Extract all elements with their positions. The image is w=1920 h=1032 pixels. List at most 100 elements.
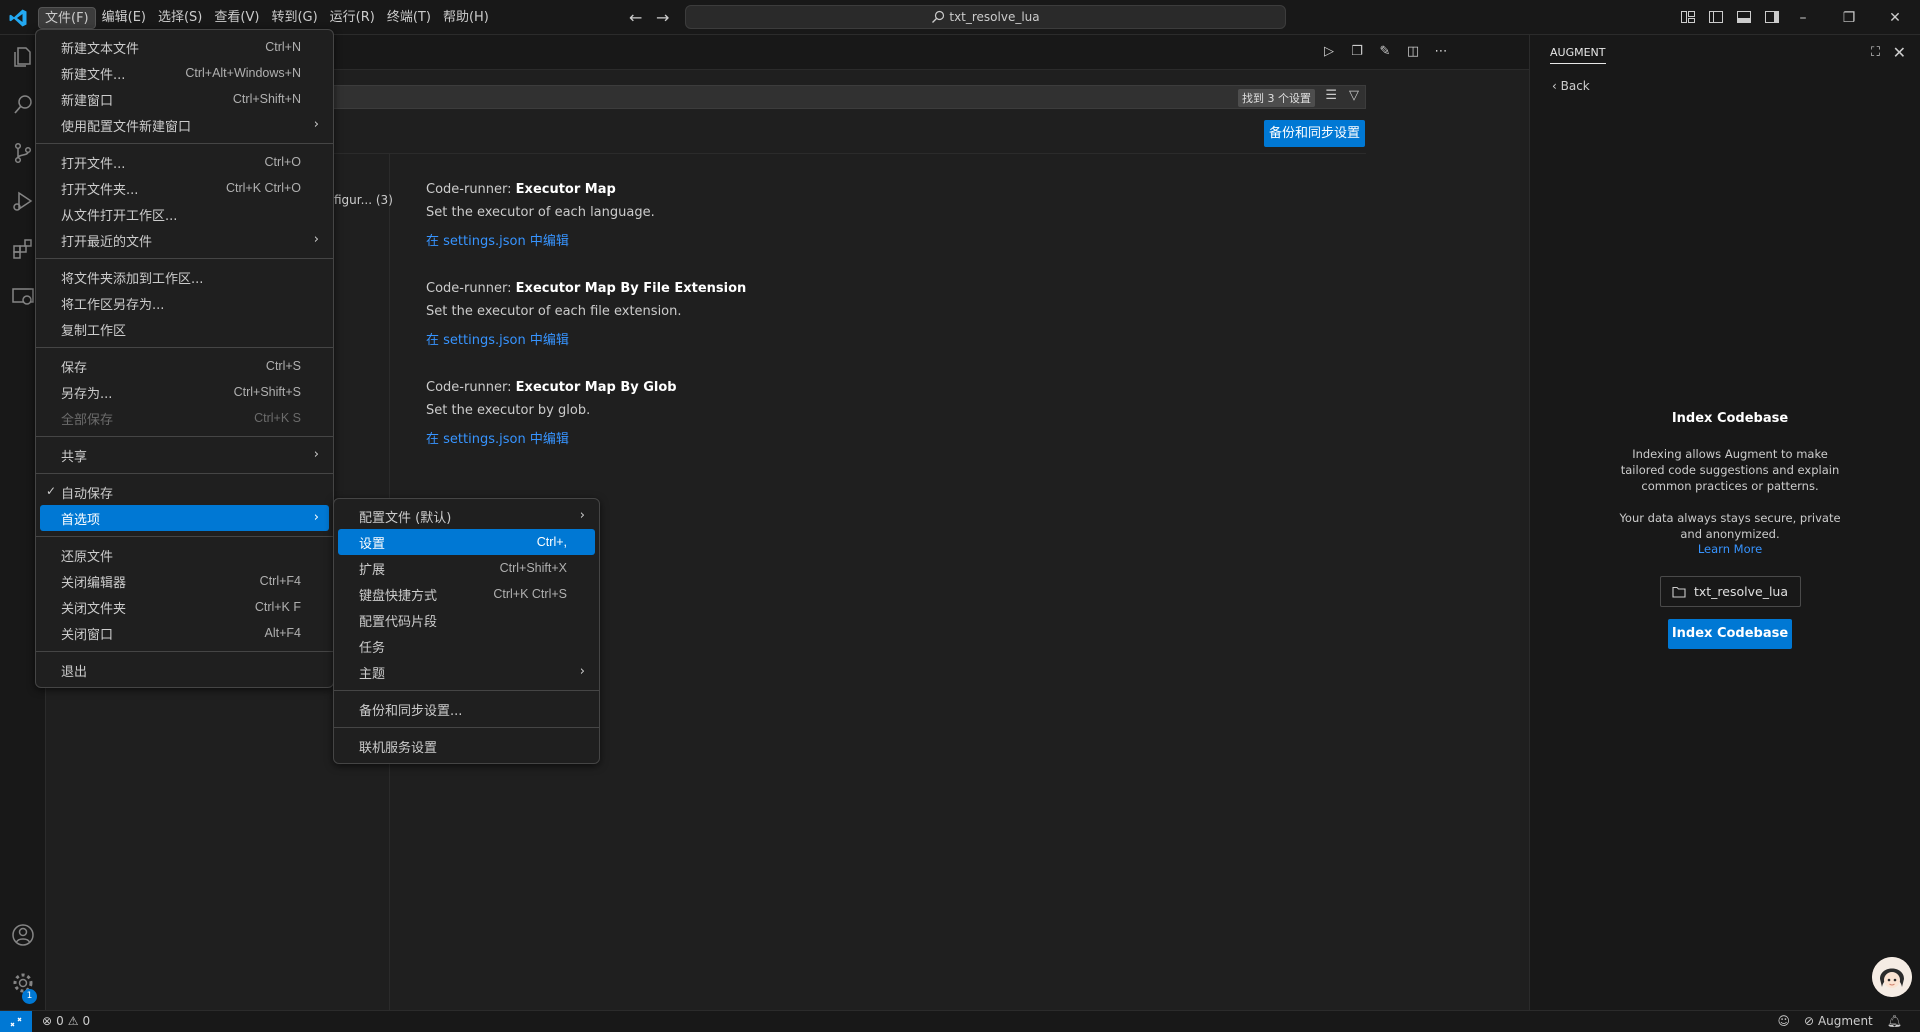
setting-description: Set the executor by glob. bbox=[426, 403, 591, 418]
menu-item-new-text-file[interactable]: 新建文本文件 Ctrl+N bbox=[40, 34, 329, 60]
source-control-icon[interactable] bbox=[11, 141, 35, 165]
toggle-secondary-sidebar-icon[interactable] bbox=[1764, 9, 1780, 25]
setting-name: Executor Map By Glob bbox=[515, 380, 677, 395]
restore-icon[interactable]: ❐ bbox=[1826, 0, 1872, 35]
index-codebase-button[interactable]: Index Codebase bbox=[1668, 619, 1792, 649]
toggle-panel-icon[interactable] bbox=[1736, 9, 1752, 25]
menu-selection[interactable]: 选择(S) bbox=[152, 7, 208, 29]
menu-run[interactable]: 运行(R) bbox=[324, 7, 381, 29]
menu-edit[interactable]: 编辑(E) bbox=[96, 7, 152, 29]
setting-name: Executor Map bbox=[515, 182, 616, 197]
customize-layout-icon[interactable] bbox=[1680, 9, 1696, 25]
toc-item[interactable]: figur... (3) bbox=[334, 193, 393, 207]
accounts-icon[interactable] bbox=[11, 923, 35, 947]
menu-item-backup-sync[interactable]: 备份和同步设置... bbox=[338, 696, 595, 722]
menu-go[interactable]: 转到(G) bbox=[265, 7, 323, 29]
menu-item-share[interactable]: 共享 › bbox=[40, 442, 329, 468]
chevron-right-icon: › bbox=[313, 447, 319, 462]
menu-item-tasks[interactable]: 任务 bbox=[338, 633, 595, 659]
menu-item-exit[interactable]: 退出 bbox=[40, 657, 329, 683]
run-debug-icon[interactable] bbox=[11, 189, 35, 213]
augment-status[interactable]: ⊘ Augment bbox=[1804, 1014, 1873, 1028]
menu-item-configure-snippets[interactable]: 配置代码片段 bbox=[338, 607, 595, 633]
edit-in-settings-json-link[interactable]: 在 settings.json 中编辑 bbox=[426, 428, 677, 447]
menu-item-save[interactable]: 保存 Ctrl+S bbox=[40, 353, 329, 379]
menu-item-new-window[interactable]: 新建窗口 Ctrl+Shift+N bbox=[40, 86, 329, 112]
menu-item-add-folder-to-workspace[interactable]: 将文件夹添加到工作区... bbox=[40, 264, 329, 290]
menu-help[interactable]: 帮助(H) bbox=[437, 7, 495, 29]
status-bar: ⊗ 0 ⚠ 0 ☺ ⊘ Augment 🔔︎ bbox=[0, 1010, 1920, 1032]
menu-item-themes[interactable]: 主题 › bbox=[338, 659, 595, 685]
backup-sync-button[interactable]: 备份和同步设置 bbox=[1264, 120, 1365, 147]
run-code-icon[interactable]: ▷ bbox=[1321, 44, 1337, 60]
menu-separator bbox=[36, 651, 333, 652]
assistant-avatar[interactable] bbox=[1872, 957, 1912, 997]
setting-prefix: Code-runner: bbox=[426, 380, 516, 395]
menu-item-keyboard-shortcuts[interactable]: 键盘快捷方式 Ctrl+K Ctrl+S bbox=[338, 581, 595, 607]
extensions-icon[interactable] bbox=[11, 237, 35, 261]
augment-tab[interactable]: AUGMENT bbox=[1550, 46, 1606, 64]
warning-count: 0 bbox=[82, 1014, 91, 1028]
back-label: Back bbox=[1560, 79, 1590, 93]
back-link[interactable]: ‹ Back bbox=[1552, 79, 1590, 93]
command-center-search[interactable]: txt_resolve_lua bbox=[685, 5, 1286, 29]
menu-item-extensions[interactable]: 扩展 Ctrl+Shift+X bbox=[338, 555, 595, 581]
chevron-right-icon: › bbox=[313, 117, 319, 132]
menu-item-auto-save[interactable]: ✓ 自动保存 bbox=[40, 479, 329, 505]
back-arrow-icon[interactable]: ← bbox=[629, 8, 642, 27]
menu-item-close-editor[interactable]: 关闭编辑器 Ctrl+F4 bbox=[40, 568, 329, 594]
menu-item-open-workspace-from-file[interactable]: 从文件打开工作区... bbox=[40, 201, 329, 227]
chevron-right-icon: › bbox=[313, 510, 319, 525]
menu-item-close-folder[interactable]: 关闭文件夹 Ctrl+K F bbox=[40, 594, 329, 620]
menu-item-duplicate-workspace[interactable]: 复制工作区 bbox=[40, 316, 329, 342]
menu-item-save-workspace-as[interactable]: 将工作区另存为... bbox=[40, 290, 329, 316]
remote-indicator[interactable] bbox=[0, 1011, 32, 1032]
menu-item-online-services[interactable]: 联机服务设置 bbox=[338, 733, 595, 759]
edit-icon[interactable]: ✎ bbox=[1377, 44, 1393, 60]
menu-item-open-folder[interactable]: 打开文件夹... Ctrl+K Ctrl+O bbox=[40, 175, 329, 201]
filter-icon[interactable]: ▽ bbox=[1349, 88, 1359, 103]
menu-item-profile-default[interactable]: 配置文件 (默认) › bbox=[338, 503, 595, 529]
augment-status-label: Augment bbox=[1817, 1014, 1873, 1028]
setting-name: Executor Map By File Extension bbox=[515, 281, 747, 296]
minimize-icon[interactable]: – bbox=[1780, 0, 1826, 35]
menu-item-preferences[interactable]: 首选项 › bbox=[40, 505, 329, 531]
menu-item-settings[interactable]: 设置 Ctrl+, bbox=[338, 529, 595, 555]
edit-in-settings-json-link[interactable]: 在 settings.json 中编辑 bbox=[426, 329, 746, 348]
command-center-text: txt_resolve_lua bbox=[949, 10, 1040, 24]
menu-item-revert-file[interactable]: 还原文件 bbox=[40, 542, 329, 568]
menu-separator bbox=[334, 690, 599, 691]
explorer-icon[interactable] bbox=[11, 45, 35, 69]
close-window-icon[interactable]: ✕ bbox=[1872, 0, 1918, 35]
workspace-folder-label: txt_resolve_lua bbox=[1693, 584, 1789, 599]
close-panel-icon[interactable]: ✕ bbox=[1893, 43, 1906, 62]
menu-item-open-file[interactable]: 打开文件... Ctrl+O bbox=[40, 149, 329, 175]
split-editor-icon[interactable]: ◫ bbox=[1405, 44, 1421, 60]
open-settings-json-icon[interactable]: ❐ bbox=[1349, 44, 1365, 60]
menu-item-open-recent[interactable]: 打开最近的文件 › bbox=[40, 227, 329, 253]
search-icon[interactable] bbox=[11, 93, 35, 117]
menu-view[interactable]: 查看(V) bbox=[208, 7, 265, 29]
menu-file[interactable]: 文件(F) bbox=[38, 7, 96, 29]
problems-indicator[interactable]: ⊗ 0 ⚠ 0 bbox=[42, 1014, 90, 1028]
remote-explorer-icon[interactable] bbox=[11, 285, 35, 309]
menu-item-save-all[interactable]: 全部保存 Ctrl+K S bbox=[40, 405, 329, 431]
search-icon bbox=[932, 10, 945, 23]
forward-arrow-icon[interactable]: → bbox=[656, 8, 669, 27]
more-actions-icon[interactable]: ⋯ bbox=[1433, 44, 1449, 60]
maximize-panel-icon[interactable]: ⛶ bbox=[1871, 45, 1880, 60]
learn-more-link[interactable]: Learn More bbox=[1610, 542, 1850, 556]
menu-terminal[interactable]: 终端(T) bbox=[381, 7, 437, 29]
toggle-primary-sidebar-icon[interactable] bbox=[1708, 9, 1724, 25]
clear-filter-icon[interactable]: ☰ bbox=[1325, 88, 1337, 103]
menu-item-save-as[interactable]: 另存为... Ctrl+Shift+S bbox=[40, 379, 329, 405]
setting-executor-map-by-file-extension: Code-runner: Executor Map By File Extens… bbox=[426, 281, 746, 348]
setting-description: Set the executor of each file extension. bbox=[426, 304, 682, 319]
notifications-bell-icon[interactable]: 🔔︎ bbox=[1887, 1014, 1902, 1028]
menu-item-close-window[interactable]: 关闭窗口 Alt+F4 bbox=[40, 620, 329, 646]
menu-item-new-window-with-profile[interactable]: 使用配置文件新建窗口 › bbox=[40, 112, 329, 138]
edit-in-settings-json-link[interactable]: 在 settings.json 中编辑 bbox=[426, 230, 655, 249]
workspace-folder-button[interactable]: txt_resolve_lua bbox=[1659, 576, 1801, 607]
copilot-icon[interactable]: ☺ bbox=[1778, 1014, 1791, 1028]
menu-item-new-file[interactable]: 新建文件... Ctrl+Alt+Windows+N bbox=[40, 60, 329, 86]
